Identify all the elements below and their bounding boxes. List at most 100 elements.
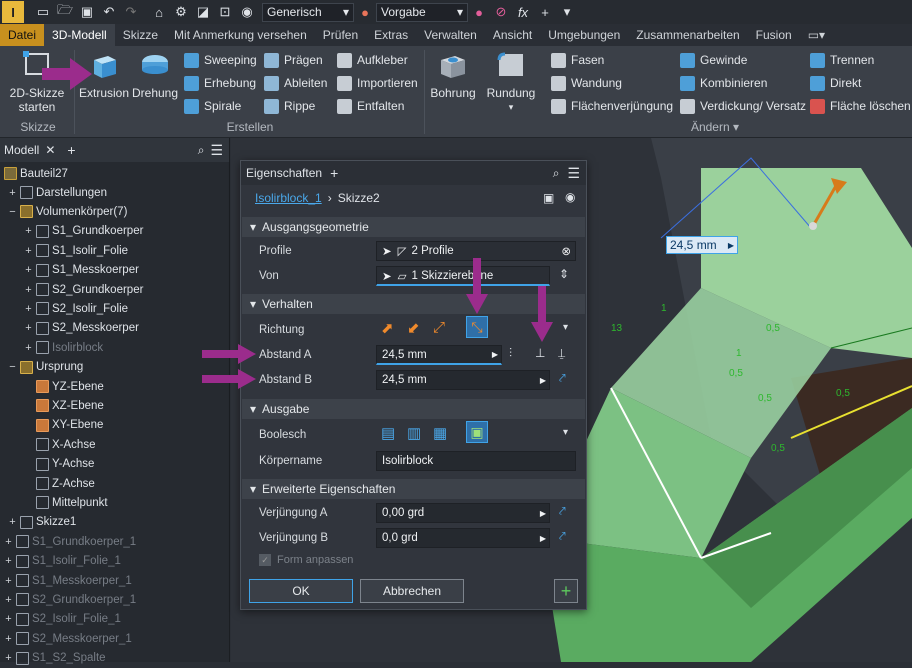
- distance-icon[interactable]: ⫶: [509, 346, 512, 361]
- abstand-b-input[interactable]: 24,5 mm ▶: [376, 370, 550, 390]
- kombinieren-button[interactable]: Kombinieren: [680, 73, 767, 93]
- tree-item[interactable]: + S2_Grundkoerper: [24, 280, 143, 299]
- wandung-button[interactable]: Wandung: [551, 73, 622, 93]
- tree-item[interactable]: + S1_Messkoerper: [24, 261, 139, 280]
- expand-icon[interactable]: +: [4, 594, 13, 606]
- tab-pruefen[interactable]: Prüfen: [315, 24, 366, 46]
- tree-item[interactable]: YZ-Ebene: [24, 377, 104, 396]
- abstand-a-input[interactable]: 24,5 mm ▶: [376, 345, 502, 365]
- chevron-down-icon[interactable]: ▾: [563, 322, 568, 333]
- join-icon[interactable]: ▤: [381, 424, 395, 442]
- group-label-aendern[interactable]: Ändern ▾: [660, 120, 770, 134]
- tree-item[interactable]: Y-Achse: [24, 455, 94, 474]
- tab-umgebungen[interactable]: Umgebungen: [540, 24, 628, 46]
- drehung-button[interactable]: Drehung: [130, 50, 180, 100]
- viewport-dimension-box[interactable]: 24,5 mm ▶: [666, 236, 738, 254]
- tab-3d-modell[interactable]: 3D-Modell: [44, 24, 115, 46]
- through-all-icon[interactable]: ⍊: [558, 346, 565, 361]
- style-select[interactable]: Generisch ▾: [262, 2, 354, 22]
- tab-fusion[interactable]: Fusion: [748, 24, 800, 46]
- tree-item[interactable]: + S1_Messkoerper_1: [4, 571, 132, 590]
- flip-icon[interactable]: ⇕: [559, 267, 569, 281]
- new-file-icon[interactable]: ▭: [32, 4, 54, 20]
- intersect-icon[interactable]: ▦: [433, 424, 447, 442]
- koerpername-input[interactable]: Isolirblock: [376, 451, 576, 471]
- fasen-button[interactable]: Fasen: [551, 50, 604, 70]
- expand-icon[interactable]: +: [24, 322, 33, 334]
- direction-flipped-icon[interactable]: ⬋: [407, 319, 420, 337]
- material-sphere-icon[interactable]: ◉: [236, 4, 258, 20]
- clear-icon[interactable]: ⊗: [561, 244, 571, 258]
- tree-item[interactable]: + S1_Isolir_Folie_1: [4, 552, 121, 571]
- drag-handle[interactable]: [809, 222, 817, 230]
- expand-icon[interactable]: +: [4, 633, 13, 645]
- verjuengung-b-input[interactable]: 0,0 grd ▶: [376, 528, 550, 548]
- tree-item[interactable]: + S2_Isolir_Folie: [24, 299, 128, 318]
- close-icon[interactable]: ✕: [45, 143, 55, 157]
- tree-item[interactable]: + S1_Grundkoerper_1: [4, 532, 136, 551]
- ableiten-button[interactable]: Ableiten: [264, 73, 327, 93]
- color-wheel-icon[interactable]: ●: [354, 5, 376, 20]
- redo-icon[interactable]: ↷: [120, 4, 142, 20]
- expand-icon[interactable]: +: [24, 264, 33, 276]
- update-icon[interactable]: ⚙: [170, 4, 192, 20]
- customize-icon[interactable]: ▾: [556, 4, 578, 20]
- expand-icon[interactable]: +: [4, 575, 13, 587]
- app-logo[interactable]: I: [2, 1, 24, 23]
- plus-icon[interactable]: +: [534, 5, 556, 20]
- ok-button[interactable]: OK: [249, 579, 353, 603]
- gewinde-button[interactable]: Gewinde: [680, 50, 747, 70]
- flip-taper-b-icon[interactable]: ⤤: [559, 529, 566, 544]
- tree-item[interactable]: Mittelpunkt: [24, 493, 108, 512]
- tree-item[interactable]: + S1_S2_Spalte: [4, 649, 106, 668]
- chevron-down-icon[interactable]: ▾: [563, 427, 568, 438]
- open-folder-icon[interactable]: 🗁: [54, 1, 76, 23]
- search-icon[interactable]: ⌕: [198, 143, 205, 158]
- tree-item[interactable]: − Volumenkörper(7): [8, 202, 127, 221]
- tree-item[interactable]: XY-Ebene: [24, 416, 103, 435]
- tree-item[interactable]: + Darstellungen: [8, 183, 107, 202]
- importieren-button[interactable]: Importieren: [337, 73, 418, 93]
- tree-item[interactable]: + S2_Grundkoerper_1: [4, 590, 136, 609]
- expand-icon[interactable]: +: [4, 555, 13, 567]
- undo-icon[interactable]: ↶: [98, 4, 120, 20]
- cancel-button[interactable]: Abbrechen: [360, 579, 464, 603]
- expand-icon[interactable]: +: [4, 613, 13, 625]
- direction-symmetric-icon[interactable]: ⤢: [433, 319, 445, 336]
- verjuengung-a-input[interactable]: 0,00 grd ▶: [376, 503, 550, 523]
- expand-icon[interactable]: +: [8, 516, 17, 528]
- appearance-select[interactable]: Vorgabe ▾: [376, 2, 468, 22]
- expand-icon[interactable]: +: [8, 187, 17, 199]
- tree-item[interactable]: + Isolirblock: [24, 338, 103, 357]
- tree-item[interactable]: XZ-Ebene: [24, 396, 104, 415]
- to-icon[interactable]: ⊥: [535, 346, 545, 360]
- tab-anmerkung[interactable]: Mit Anmerkung versehen: [166, 24, 315, 46]
- direction-default-icon[interactable]: ⬈: [381, 319, 394, 337]
- form-anpassen-checkbox[interactable]: ✓ Form anpassen: [259, 554, 353, 566]
- expand-icon[interactable]: −: [8, 361, 17, 373]
- tree-item[interactable]: Z-Achse: [24, 474, 95, 493]
- search-icon[interactable]: ⌕: [553, 166, 560, 181]
- browser-tab-modell[interactable]: Modell: [4, 143, 39, 157]
- properties-tab[interactable]: Eigenschaften: [246, 166, 322, 180]
- tree-root[interactable]: Bauteil27: [4, 164, 68, 183]
- tree-item[interactable]: X-Achse: [24, 435, 95, 454]
- tree-item[interactable]: + S2_Isolir_Folie_1: [4, 610, 121, 629]
- clear-appearance-icon[interactable]: ⊘: [490, 4, 512, 20]
- breadcrumb-link[interactable]: Isolirblock_1: [255, 191, 322, 205]
- rundung-button[interactable]: Rundung ▾: [482, 50, 540, 114]
- collapse-icon[interactable]: ▣: [543, 191, 554, 205]
- measure-icon[interactable]: ◪: [192, 4, 214, 20]
- praegen-button[interactable]: Prägen: [264, 50, 323, 70]
- fx-icon[interactable]: fx: [512, 5, 534, 20]
- erhebung-button[interactable]: Erhebung: [184, 73, 256, 93]
- tree-item[interactable]: + S2_Messkoerper: [24, 319, 139, 338]
- tab-extras[interactable]: Extras: [366, 24, 416, 46]
- tree-item[interactable]: + S2_Messkoerper_1: [4, 629, 132, 648]
- trennen-button[interactable]: Trennen: [810, 50, 874, 70]
- flip-b-icon[interactable]: ⤤: [559, 371, 566, 386]
- expand-icon[interactable]: −: [8, 206, 17, 218]
- select-icon[interactable]: ⊡: [214, 4, 236, 20]
- tab-datei[interactable]: Datei: [0, 24, 45, 46]
- tree-item[interactable]: − Ursprung: [8, 358, 83, 377]
